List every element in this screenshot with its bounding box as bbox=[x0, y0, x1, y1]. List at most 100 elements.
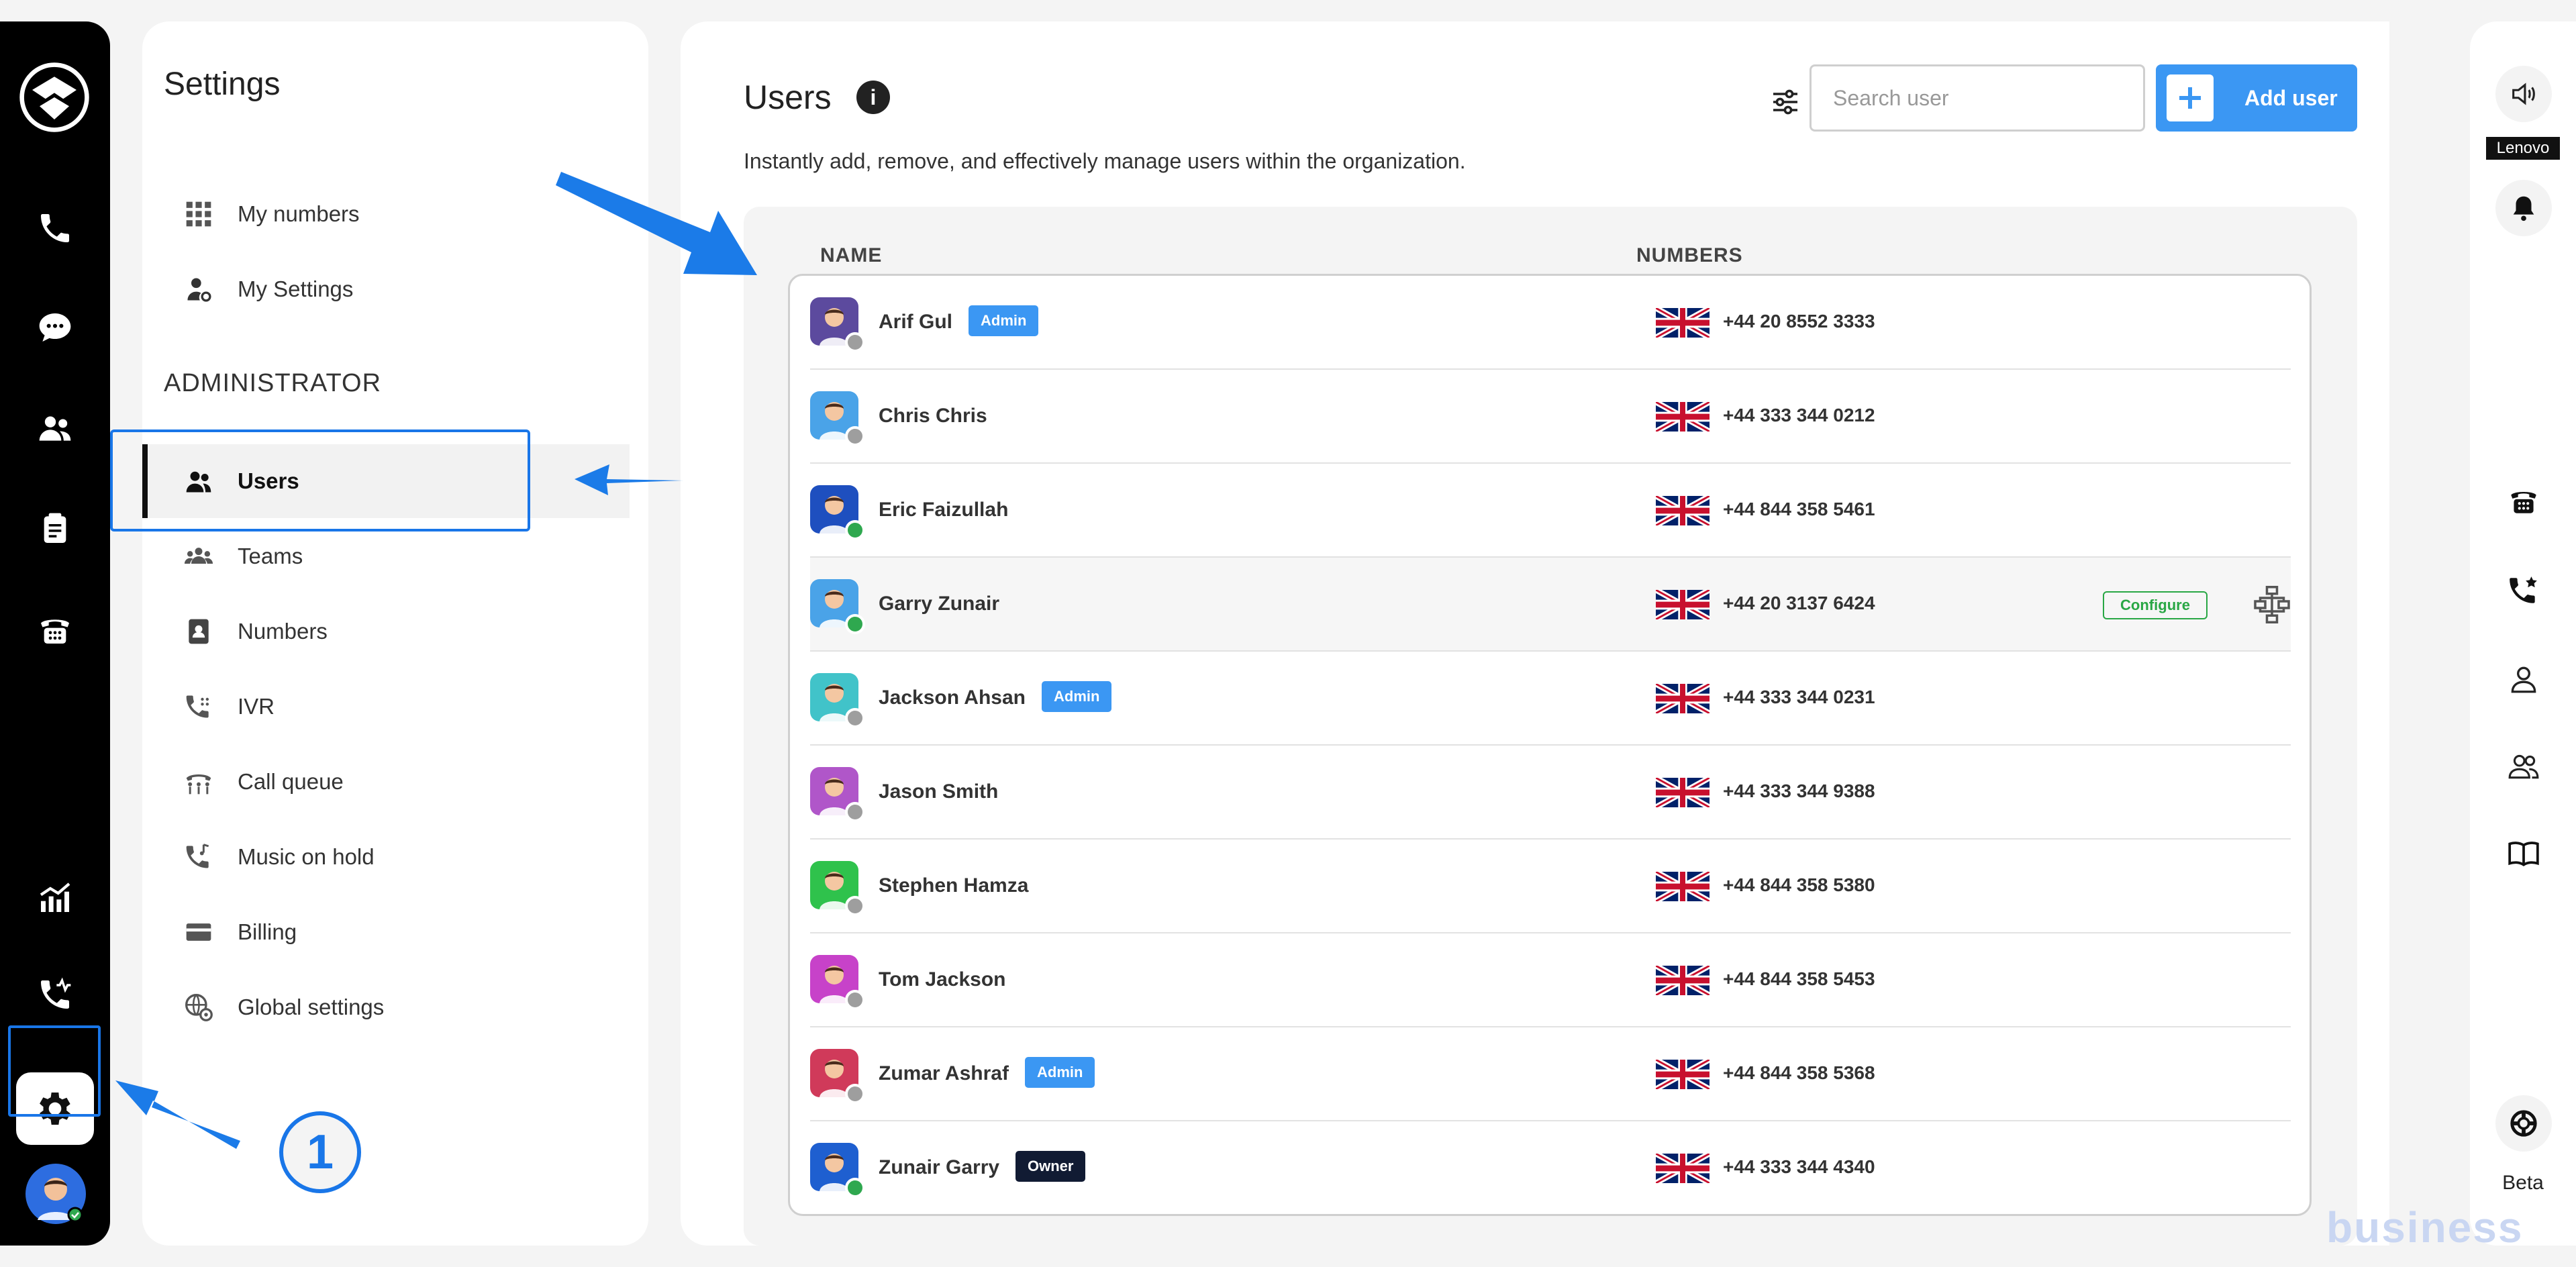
phone-number: +44 20 8552 3333 bbox=[1723, 311, 1875, 332]
ivr-icon bbox=[181, 689, 216, 724]
status-offline-indicator bbox=[845, 426, 865, 446]
nav-item-billing[interactable]: Billing bbox=[142, 895, 630, 969]
status-offline-indicator bbox=[845, 990, 865, 1010]
nav-item-call-queue[interactable]: Call queue bbox=[142, 745, 630, 819]
lifebuoy-icon bbox=[2510, 1110, 2537, 1137]
teams-icon bbox=[181, 539, 216, 574]
phone-number: +44 844 358 5368 bbox=[1723, 1062, 1875, 1083]
phone-number: +44 844 358 5453 bbox=[1723, 968, 1875, 989]
user-row[interactable]: Zumar Ashraf Admin +44 844 358 5368 bbox=[810, 1027, 2291, 1121]
admin-badge: Admin bbox=[969, 305, 1039, 336]
speaker-button[interactable] bbox=[2495, 66, 2552, 122]
user-name: Tom Jackson bbox=[879, 968, 1006, 991]
nav-item-global-settings[interactable]: Global settings bbox=[142, 970, 630, 1044]
users-panel: Users i Instantly add, remove, and effec… bbox=[681, 21, 2389, 1246]
device-label: Lenovo bbox=[2486, 137, 2560, 160]
uk-flag-icon bbox=[1654, 493, 1711, 528]
page-subtitle: Instantly add, remove, and effectively m… bbox=[744, 149, 1466, 173]
user-row[interactable]: Zunair Garry Owner +44 333 344 4340 bbox=[810, 1121, 2291, 1215]
settings-panel: Settings My numbers My Settings ADMINIST… bbox=[142, 21, 648, 1246]
dialpad-button[interactable] bbox=[2495, 472, 2552, 529]
call-activity-icon[interactable] bbox=[28, 968, 82, 1021]
notifications-button[interactable] bbox=[2495, 180, 2552, 236]
favorite-calls-button[interactable] bbox=[2495, 562, 2552, 619]
column-header-numbers: NUMBERS bbox=[1636, 244, 1743, 266]
owner-badge: Owner bbox=[1015, 1151, 1086, 1182]
globe-gear-icon bbox=[181, 990, 216, 1025]
nav-item-music-on-hold[interactable]: Music on hold bbox=[142, 820, 630, 894]
card-icon bbox=[181, 915, 216, 950]
user-name: Zumar Ashraf bbox=[879, 1062, 1009, 1084]
uk-flag-icon bbox=[1654, 399, 1711, 434]
status-offline-indicator bbox=[845, 896, 865, 916]
notes-icon[interactable] bbox=[28, 502, 82, 556]
nav-label: Call queue bbox=[238, 769, 344, 794]
call-flow-icon[interactable] bbox=[2252, 585, 2292, 625]
status-offline-indicator bbox=[845, 802, 865, 822]
directory-button[interactable] bbox=[2495, 825, 2552, 882]
step-number-badge: 1 bbox=[279, 1111, 361, 1193]
filter-button[interactable] bbox=[1764, 81, 1807, 123]
user-name: Jackson Ahsan bbox=[879, 687, 1026, 709]
configure-button[interactable]: Configure bbox=[2103, 591, 2208, 619]
user-row[interactable]: Stephen Hamza +44 844 358 5380 bbox=[810, 840, 2291, 933]
settings-title: Settings bbox=[164, 66, 281, 102]
nav-item-ivr[interactable]: IVR bbox=[142, 670, 630, 744]
nav-label: Teams bbox=[238, 544, 303, 568]
uk-flag-icon bbox=[1654, 1151, 1711, 1186]
user-row[interactable]: Jackson Ahsan Admin +44 333 344 0231 bbox=[810, 652, 2291, 746]
app-logo-icon bbox=[17, 60, 91, 134]
group-button[interactable] bbox=[2495, 738, 2552, 795]
user-row[interactable]: Garry Zunair +44 20 3137 6424 Configure bbox=[810, 558, 2291, 652]
users-highlight-box bbox=[110, 429, 530, 531]
user-name: Eric Faizullah bbox=[879, 499, 1009, 521]
contacts-icon[interactable] bbox=[28, 401, 82, 455]
user-row[interactable]: Eric Faizullah +44 844 358 5461 bbox=[810, 464, 2291, 558]
uk-flag-icon bbox=[1654, 775, 1711, 810]
status-offline-indicator bbox=[845, 332, 865, 352]
help-button[interactable] bbox=[2495, 1095, 2552, 1152]
phone-number: +44 844 358 5380 bbox=[1723, 874, 1875, 895]
nav-label: IVR bbox=[238, 694, 275, 719]
call-queue-icon bbox=[181, 764, 216, 799]
nav-item-numbers[interactable]: Numbers bbox=[142, 595, 630, 668]
speaker-icon bbox=[2512, 83, 2535, 105]
uk-flag-icon bbox=[1654, 869, 1711, 904]
desk-phone-icon[interactable] bbox=[28, 603, 82, 656]
nav-label: Numbers bbox=[238, 619, 328, 644]
user-settings-icon bbox=[181, 272, 216, 307]
user-row[interactable]: Jason Smith +44 333 344 9388 bbox=[810, 746, 2291, 840]
music-hold-icon bbox=[181, 840, 216, 874]
user-row[interactable]: Arif Gul Admin +44 20 8552 3333 bbox=[810, 276, 2291, 370]
uk-flag-icon bbox=[1654, 1057, 1711, 1092]
user-avatar[interactable] bbox=[26, 1164, 86, 1224]
column-header-name: NAME bbox=[820, 244, 883, 266]
nav-item-my-settings[interactable]: My Settings bbox=[142, 252, 630, 326]
uk-flag-icon bbox=[1654, 681, 1711, 716]
nav-label: Global settings bbox=[238, 995, 385, 1019]
uk-flag-icon bbox=[1654, 963, 1711, 998]
add-user-label: Add user bbox=[2244, 85, 2338, 110]
nav-label: My Settings bbox=[238, 276, 354, 301]
chat-icon[interactable] bbox=[28, 301, 82, 354]
user-name: Stephen Hamza bbox=[879, 874, 1029, 897]
admin-badge: Admin bbox=[1042, 681, 1112, 712]
phone-icon[interactable] bbox=[28, 201, 82, 255]
settings-highlight-box bbox=[8, 1025, 101, 1117]
uk-flag-icon bbox=[1654, 587, 1711, 622]
analytics-icon[interactable] bbox=[28, 871, 82, 925]
add-user-button[interactable]: Add user bbox=[2156, 64, 2357, 132]
user-name: Garry Zunair bbox=[879, 593, 1000, 615]
bell-icon bbox=[2513, 196, 2534, 221]
info-icon[interactable]: i bbox=[856, 81, 890, 114]
nav-item-my-numbers[interactable]: My numbers bbox=[142, 177, 630, 251]
right-toolbar: Lenovo Beta bbox=[2470, 21, 2576, 1246]
users-table: NAME NUMBERS Arif Gul Admin +44 20 8552 33… bbox=[744, 207, 2357, 1246]
user-name: Chris Chris bbox=[879, 405, 987, 427]
grid-icon bbox=[181, 197, 216, 232]
contact-button[interactable] bbox=[2495, 651, 2552, 707]
user-row[interactable]: Chris Chris +44 333 344 0212 bbox=[810, 370, 2291, 464]
user-row[interactable]: Tom Jackson +44 844 358 5453 bbox=[810, 933, 2291, 1027]
brand-watermark: business bbox=[2326, 1203, 2524, 1252]
search-user-input[interactable] bbox=[1810, 64, 2145, 132]
